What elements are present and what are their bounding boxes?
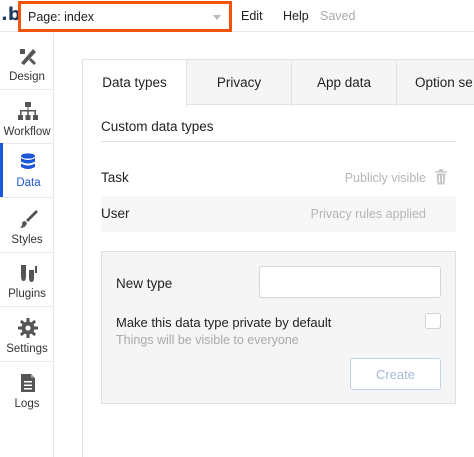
top-bar: .b Page: index Edit Help Saved	[0, 0, 474, 32]
sidebar-item-settings[interactable]: Settings	[0, 309, 54, 363]
private-by-default-label: Make this data type private by default	[116, 315, 332, 330]
data-type-row-user[interactable]: User Privacy rules applied	[101, 196, 456, 232]
sidebar-divider	[0, 306, 54, 307]
page-selector-label: Page: index	[28, 10, 95, 24]
private-hint: Things will be visible to everyone	[116, 333, 299, 347]
tab-app-data[interactable]: App data	[292, 60, 397, 106]
sidebar-item-data[interactable]: Data	[0, 143, 54, 197]
new-type-label: New type	[116, 276, 173, 291]
logs-icon	[21, 374, 35, 392]
sidebar-item-label: Plugins	[8, 288, 46, 300]
plugins-icon	[21, 265, 37, 282]
section-title: Custom data types	[101, 119, 214, 134]
sidebar-divider	[0, 197, 54, 198]
trash-icon[interactable]	[434, 169, 448, 185]
sidebar-item-logs[interactable]: Logs	[0, 364, 54, 418]
page-selector[interactable]: Page: index	[18, 1, 232, 32]
private-checkbox[interactable]	[425, 313, 441, 329]
data-type-privacy-status: Privacy rules applied	[310, 207, 426, 221]
sidebar: Design Workflow Data Styles Plugins Sett…	[0, 33, 54, 457]
sidebar-item-label: Logs	[14, 398, 40, 410]
sidebar-divider	[0, 252, 54, 253]
new-type-form: New type Make this data type private by …	[101, 251, 456, 404]
sidebar-divider	[0, 89, 54, 90]
data-icon	[21, 153, 35, 169]
chevron-down-icon	[213, 15, 221, 20]
data-type-row-task[interactable]: Task Publicly visible	[101, 160, 456, 196]
data-type-privacy-status: Publicly visible	[344, 171, 426, 185]
sidebar-divider	[0, 361, 54, 362]
tab-privacy[interactable]: Privacy	[187, 60, 292, 106]
sidebar-item-label: Design	[9, 71, 45, 83]
sidebar-item-label: Styles	[11, 234, 43, 246]
sidebar-item-label: Data	[16, 177, 41, 189]
tab-option-sets[interactable]: Option se	[397, 60, 474, 106]
styles-icon	[20, 210, 38, 228]
tab-bar: Data types Privacy App data Option se	[83, 59, 474, 107]
sidebar-item-styles[interactable]: Styles	[0, 200, 54, 254]
data-type-name: Task	[101, 170, 129, 185]
settings-icon	[18, 318, 38, 338]
sidebar-item-design[interactable]: Design	[0, 37, 54, 91]
sidebar-item-label: Workflow	[3, 126, 51, 138]
help-menu[interactable]: Help	[283, 9, 309, 23]
data-type-name: User	[101, 206, 130, 221]
edit-menu[interactable]: Edit	[241, 9, 263, 23]
save-status: Saved	[320, 9, 356, 23]
workflow-icon	[18, 102, 38, 120]
tab-data-types[interactable]: Data types	[83, 60, 187, 107]
section-divider	[101, 141, 456, 142]
design-icon	[20, 49, 36, 65]
sidebar-item-workflow[interactable]: Workflow	[0, 92, 54, 146]
sidebar-item-plugins[interactable]: Plugins	[0, 254, 54, 308]
create-button[interactable]: Create	[350, 358, 441, 390]
new-type-input[interactable]	[259, 266, 441, 298]
sidebar-item-label: Settings	[6, 343, 48, 355]
